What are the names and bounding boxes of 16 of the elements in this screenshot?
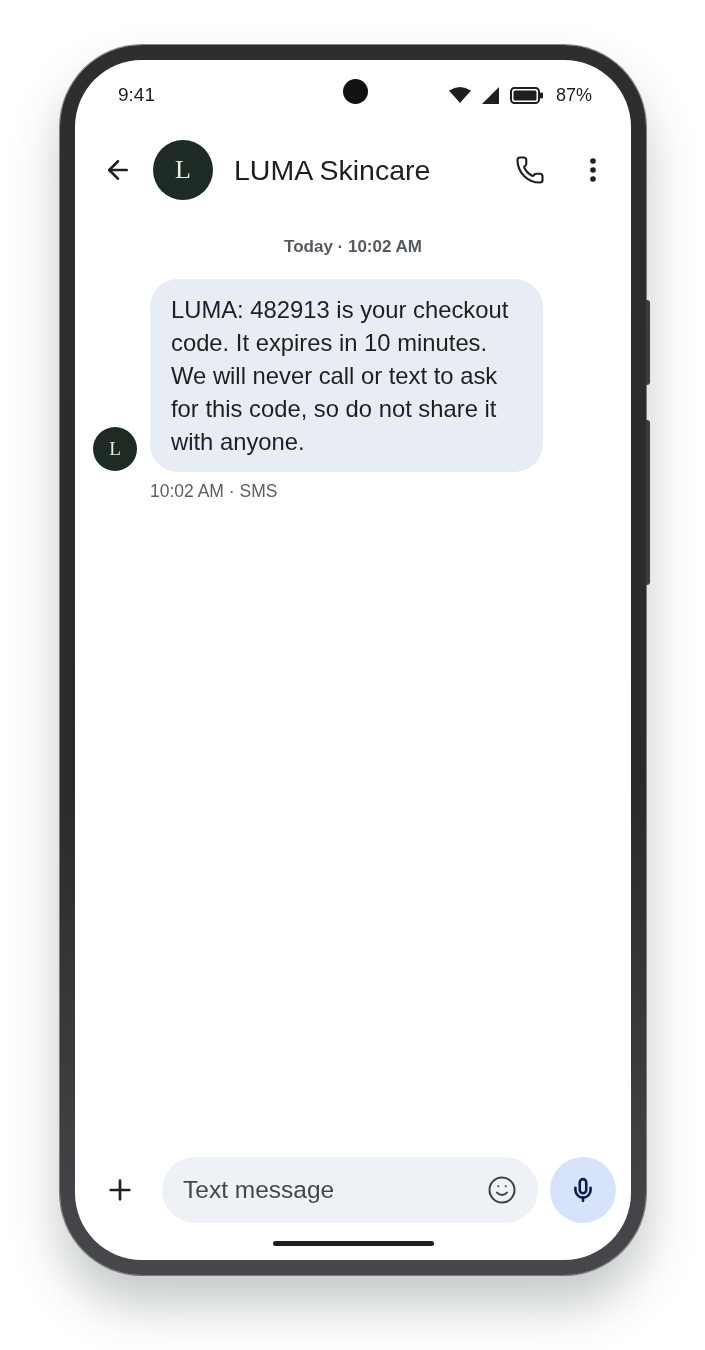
contact-name: LUMA Skincare <box>234 153 432 187</box>
emoji-icon[interactable] <box>487 1175 517 1205</box>
wifi-icon <box>448 87 471 103</box>
signal-icon <box>481 86 499 104</box>
message-input-field[interactable]: Text message <box>162 1157 538 1223</box>
battery-icon <box>509 86 543 104</box>
message-bubble: LUMA: 482913 is your checkout code. It expires in 10 minutes. We will never call or text to ask for this code, so do not share it with anyone. <box>150 279 543 472</box>
contact-avatar: L <box>153 140 213 200</box>
message-timestamp: 10:02 AM · SMS <box>150 481 278 501</box>
battery-percentage: 87% <box>555 84 592 106</box>
status-time: 9:41 <box>118 84 155 106</box>
date-divider: Today · 10:02 AM <box>284 237 422 257</box>
front-camera <box>342 78 368 104</box>
phone-icon <box>515 155 545 185</box>
more-icon <box>590 158 596 182</box>
sender-avatar: L <box>93 427 137 471</box>
